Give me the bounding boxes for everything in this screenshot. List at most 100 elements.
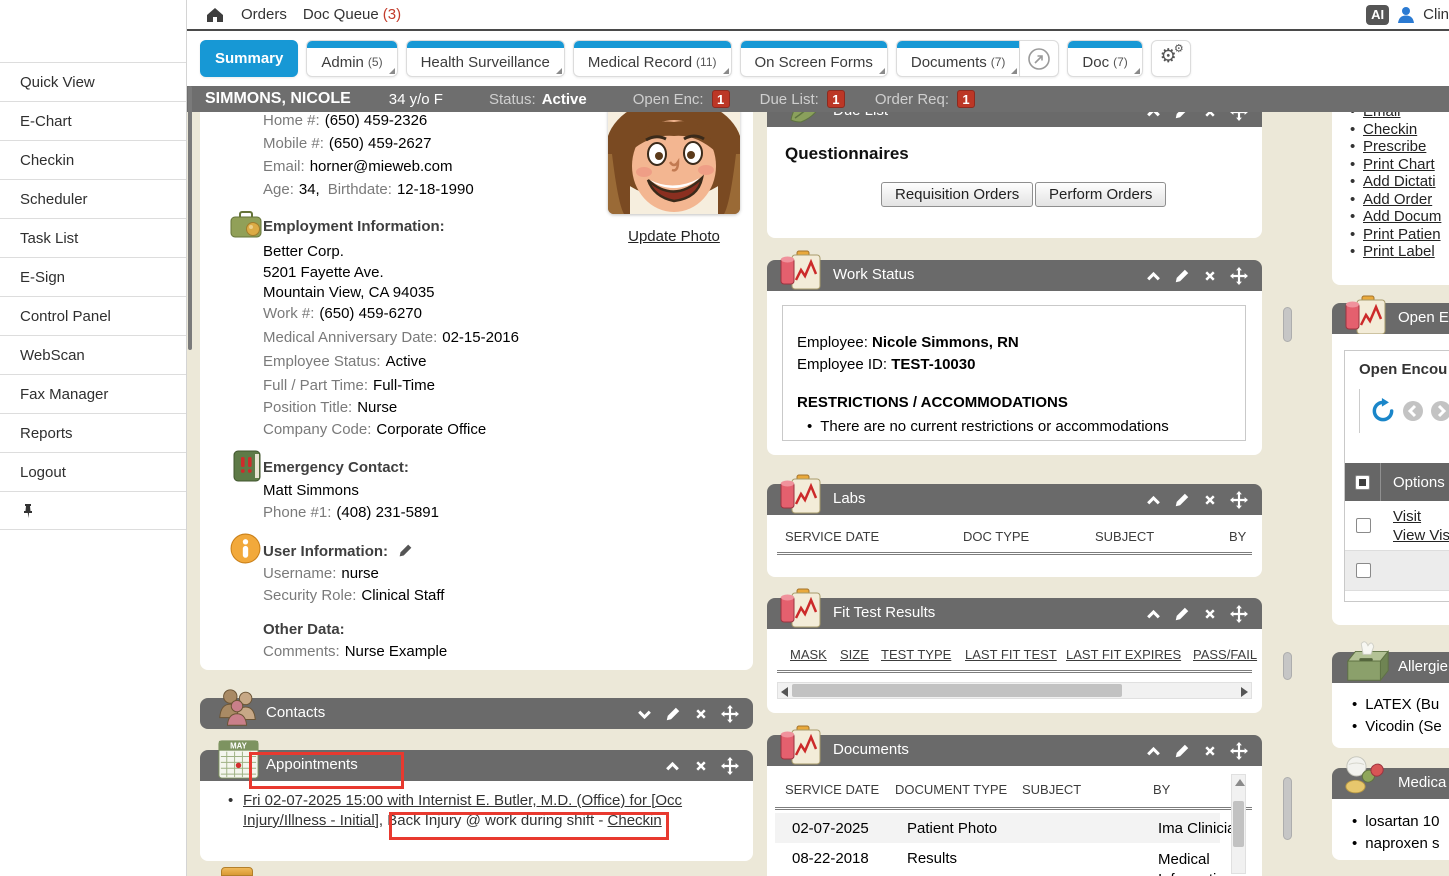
update-photo-link[interactable]: Update Photo [600,228,748,245]
collapse-chevron-up-icon[interactable] [1145,743,1162,760]
tab-summary[interactable]: Summary [200,40,298,77]
medication-item[interactable]: losartan 10 [1352,813,1439,830]
quick-link-prescribe[interactable]: Prescribe [1363,138,1426,155]
expand-chevron-down-icon[interactable] [636,706,653,723]
collapse-chevron-up-icon[interactable] [1145,268,1162,285]
edit-panel-icon[interactable] [1174,743,1190,759]
sidebar-item-task-list[interactable]: Task List [0,218,186,257]
requisition-orders-button[interactable]: Requisition Orders [881,182,1033,207]
popout-button[interactable] [1019,40,1059,77]
move-panel-icon[interactable] [1230,742,1248,760]
documents-vertical-scrollbar[interactable] [1231,774,1246,874]
panel-scroll-capsule[interactable] [1283,307,1292,342]
tab-health-surveillance[interactable]: Health Surveillance [406,40,565,77]
home-icon[interactable] [205,5,225,25]
fit-col-last-fit-test[interactable]: LAST FIT TEST [965,647,1057,662]
quick-link-add-document[interactable]: Add Docum [1363,208,1441,225]
quick-link-add-dictation[interactable]: Add Dictati [1363,173,1436,190]
fit-col-test-type[interactable]: TEST TYPE [881,647,951,662]
close-panel-icon[interactable] [1202,112,1218,120]
sidebar-item-e-chart[interactable]: E-Chart [0,101,186,140]
quick-link-print-chart[interactable]: Print Chart [1363,156,1435,173]
order-req-badge[interactable]: 1 [957,90,975,108]
quick-link-print-label[interactable]: Print Label [1363,243,1435,260]
sidebar-pin-toggle[interactable] [0,491,186,530]
scroll-left-arrow-icon[interactable] [781,687,788,697]
breadcrumb-orders[interactable]: Orders [241,6,287,23]
scroll-right-arrow-icon[interactable] [1241,687,1248,697]
move-panel-icon[interactable] [1230,267,1248,285]
sidebar-item-scheduler[interactable]: Scheduler [0,179,186,218]
scrollbar-thumb[interactable] [1233,801,1244,847]
edit-panel-icon[interactable] [1174,606,1190,622]
next-page-icon[interactable] [1430,400,1449,422]
edit-panel-icon[interactable] [665,706,681,722]
current-user-name[interactable]: Clin [1423,6,1449,23]
fit-test-horizontal-scrollbar[interactable] [777,682,1252,699]
view-visit-link[interactable]: View Vis [1393,527,1449,544]
scrollbar-thumb[interactable] [792,684,1122,697]
collapse-chevron-up-icon[interactable] [1145,492,1162,509]
refresh-icon[interactable] [1370,398,1396,424]
select-all-checkbox[interactable] [1355,475,1370,490]
fit-col-mask[interactable]: MASK [790,647,827,662]
move-panel-icon[interactable] [1230,605,1248,623]
main-scrollbar-thumb[interactable] [188,86,192,350]
edit-pencil-icon[interactable] [398,543,413,558]
close-panel-icon[interactable] [1202,492,1218,508]
quick-link-checkin[interactable]: Checkin [1363,121,1417,138]
move-panel-icon[interactable] [721,757,739,775]
medication-item[interactable]: naproxen s [1352,835,1439,852]
sidebar-item-e-sign[interactable]: E-Sign [0,257,186,296]
quick-link-print-patient[interactable]: Print Patien [1363,226,1441,243]
row-checkbox[interactable] [1356,518,1371,533]
panel-scroll-capsule[interactable] [1283,652,1292,680]
tab-settings-button[interactable] [1151,40,1191,77]
sidebar-item-fax-manager[interactable]: Fax Manager [0,374,186,413]
tab-documents[interactable]: Documents(7) [896,40,1020,77]
allergy-item[interactable]: LATEX (Bu [1352,696,1439,713]
move-panel-icon[interactable] [721,705,739,723]
quick-link-add-order[interactable]: Add Order [1363,191,1432,208]
edit-panel-icon[interactable] [1174,112,1190,120]
tab-medical-record[interactable]: Medical Record(11) [573,40,732,77]
edit-panel-icon[interactable] [1174,268,1190,284]
collapse-chevron-up-icon[interactable] [1145,112,1162,121]
visit-link[interactable]: Visit [1393,508,1421,525]
sidebar-item-logout[interactable]: Logout [0,452,186,491]
close-panel-icon[interactable] [1202,606,1218,622]
fit-col-size[interactable]: SIZE [840,647,869,662]
sidebar-item-reports[interactable]: Reports [0,413,186,452]
edit-panel-icon[interactable] [1174,492,1190,508]
move-panel-icon[interactable] [1230,112,1248,121]
close-panel-icon[interactable] [693,706,709,722]
fit-col-pass-fail[interactable]: PASS/FAIL [1193,647,1257,662]
row-checkbox[interactable] [1356,563,1371,578]
close-panel-icon[interactable] [1202,268,1218,284]
panel-scroll-capsule[interactable] [1283,777,1292,840]
collapse-chevron-up-icon[interactable] [1145,606,1162,623]
sidebar-item-control-panel[interactable]: Control Panel [0,296,186,335]
prev-page-icon[interactable] [1402,400,1424,422]
move-panel-icon[interactable] [1230,491,1248,509]
fit-col-last-fit-expires[interactable]: LAST FIT EXPIRES [1066,647,1181,662]
allergy-item[interactable]: Vicodin (Se [1352,718,1442,735]
tab-doc[interactable]: Doc(7) [1067,40,1142,77]
options-column-header: Options [1381,474,1445,491]
perform-orders-button[interactable]: Perform Orders [1035,182,1166,207]
collapse-chevron-up-icon[interactable] [664,758,681,775]
sidebar-item-checkin[interactable]: Checkin [0,140,186,179]
breadcrumb-doc-queue[interactable]: Doc Queue(3) [303,6,401,23]
ai-badge[interactable]: AI [1366,5,1389,25]
sidebar-item-webscan[interactable]: WebScan [0,335,186,374]
tab-on-screen-forms[interactable]: On Screen Forms [740,40,888,77]
quick-link-email[interactable]: Email [1363,112,1401,120]
appointment-checkin-link[interactable]: Checkin [608,812,662,829]
close-panel-icon[interactable] [1202,743,1218,759]
tab-admin[interactable]: Admin(5) [306,40,397,77]
sidebar-item-quick-view[interactable]: Quick View [0,62,186,101]
open-enc-badge[interactable]: 1 [712,90,730,108]
close-panel-icon[interactable] [693,758,709,774]
due-list-badge[interactable]: 1 [827,90,845,108]
scroll-up-arrow-icon[interactable] [1235,779,1245,786]
